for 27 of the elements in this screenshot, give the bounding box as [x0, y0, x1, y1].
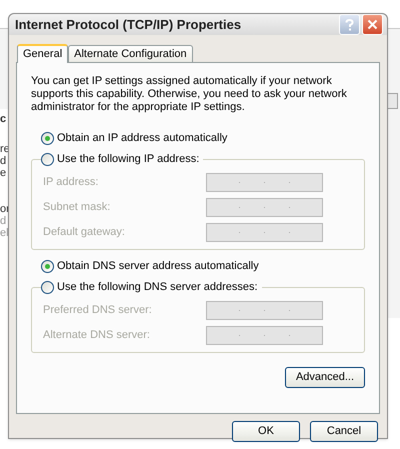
close-button[interactable]	[362, 14, 383, 35]
window-title: Internet Protocol (TCP/IP) Properties	[15, 16, 242, 34]
radio-button[interactable]	[41, 152, 54, 166]
field-label: IP address:	[43, 175, 100, 190]
background-text: d	[0, 215, 8, 227]
question-mark-icon	[345, 18, 354, 30]
radio-button[interactable]	[41, 132, 54, 145]
tab[interactable]: Alternate Configuration	[68, 45, 193, 62]
field-label: Default gateway:	[43, 225, 126, 240]
help-button[interactable]	[339, 14, 360, 35]
radio-option[interactable]: Use the following IP address:	[41, 151, 204, 168]
background-text: el	[0, 227, 10, 239]
radio-option[interactable]: Use the following DNS server addresses:	[41, 279, 262, 296]
dialog-button[interactable]: Cancel	[310, 421, 378, 442]
tab[interactable]: General	[17, 44, 68, 63]
radio-button[interactable]	[41, 280, 54, 294]
dialog-button[interactable]: Advanced...	[285, 367, 365, 388]
background-text: d	[0, 155, 8, 167]
field-label: Subnet mask:	[43, 200, 112, 216]
background-text: c	[0, 113, 8, 125]
dialog-button[interactable]: OK	[232, 421, 300, 442]
close-icon	[367, 19, 378, 30]
description-text: You can get IP settings assigned automatically if your network supports this capability. Otherwise, you need to ask your network administrator for the appropriate IP settings.	[30, 75, 348, 114]
background-text: e	[0, 167, 8, 179]
field-label: Alternate DNS server:	[43, 328, 151, 344]
radio-button[interactable]	[41, 260, 54, 273]
field-label: Preferred DNS server:	[43, 303, 153, 318]
